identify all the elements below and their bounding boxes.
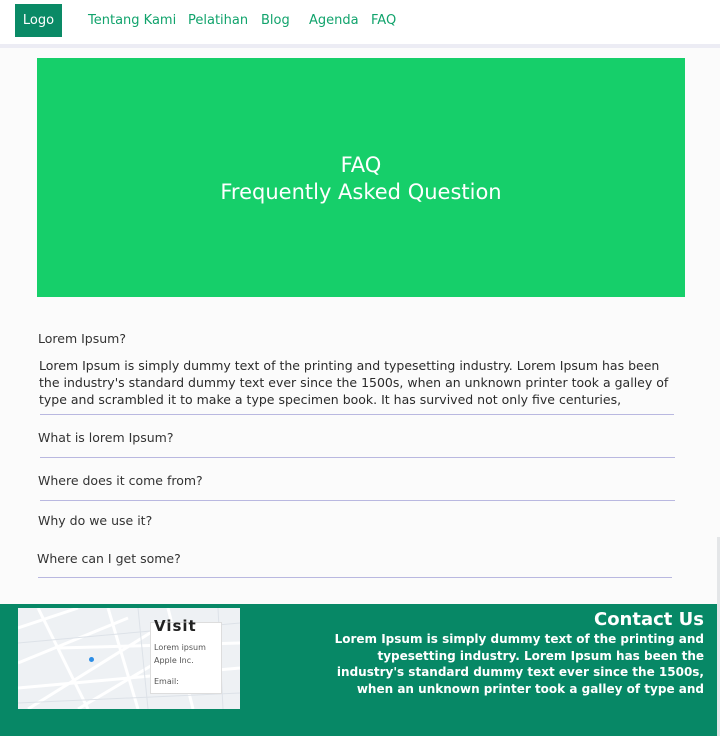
contact-text: Lorem Ipsum is simply dummy text of the … xyxy=(334,632,704,696)
faq-divider xyxy=(38,577,672,578)
faq-divider xyxy=(40,414,674,415)
faq-question-why-do-we-use-it[interactable]: Why do we use it? xyxy=(38,513,152,528)
map-card-line: Email: xyxy=(154,677,179,686)
faq-question-lorem-ipsum[interactable]: Lorem Ipsum? xyxy=(38,331,126,346)
navbar: Logo Tentang Kami Pelatihan Blog Agenda … xyxy=(0,0,720,48)
faq-question-what-is-lorem-ipsum[interactable]: What is lorem Ipsum? xyxy=(38,430,173,445)
map-card-line: Apple Inc. xyxy=(154,656,194,665)
map-card-title: Visit xyxy=(154,617,197,635)
nav-link-blog[interactable]: Blog xyxy=(261,13,290,28)
nav-link-agenda[interactable]: Agenda xyxy=(309,13,359,28)
map-card-line: Lorem ipsum xyxy=(154,643,206,652)
map-embed[interactable]: Visit Lorem ipsum Apple Inc. Email: xyxy=(18,608,240,709)
map-location-pin-icon[interactable] xyxy=(89,657,94,662)
nav-link-tentang-kami[interactable]: Tentang Kami xyxy=(88,13,176,28)
faq-question-where-does-it-come-from[interactable]: Where does it come from? xyxy=(38,473,203,488)
faq-question-where-can-i-get-some[interactable]: Where can I get some? xyxy=(37,551,181,566)
hero-banner: FAQ Frequently Asked Question xyxy=(37,58,685,297)
faq-answer-lorem-ipsum: Lorem Ipsum is simply dummy text of the … xyxy=(39,358,669,407)
footer: Visit Lorem ipsum Apple Inc. Email: Cont… xyxy=(0,604,717,736)
hero-subtitle: Frequently Asked Question xyxy=(220,180,502,204)
faq-divider xyxy=(40,457,675,458)
logo[interactable]: Logo xyxy=(15,4,62,37)
hero-title: FAQ xyxy=(340,153,382,177)
contact-title: Contact Us xyxy=(593,609,704,630)
nav-link-pelatihan[interactable]: Pelatihan xyxy=(188,13,248,28)
nav-link-faq[interactable]: FAQ xyxy=(371,13,396,28)
faq-divider xyxy=(40,500,675,501)
map-info-card: Visit Lorem ipsum Apple Inc. Email: xyxy=(150,617,222,694)
